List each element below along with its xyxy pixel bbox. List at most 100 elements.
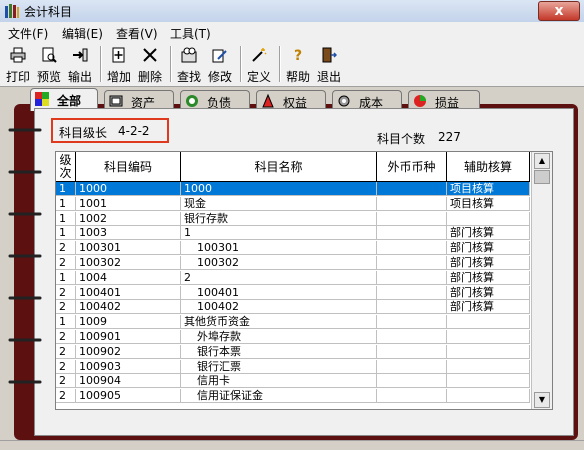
cell-currency	[377, 256, 447, 270]
preview-button[interactable]: 预览	[34, 45, 64, 84]
table-row[interactable]: 2 100402 100402 部门核算	[56, 300, 530, 315]
cell-code: 100903	[76, 359, 181, 374]
scroll-up-icon[interactable]: ▲	[534, 153, 550, 169]
cell-currency	[377, 182, 447, 196]
tab-all-label: 全部	[57, 94, 82, 108]
tab-cost-gear-icon	[338, 95, 350, 107]
cell-code: 100402	[76, 300, 181, 315]
table-row[interactable]: 1 1000 1000 项目核算	[56, 182, 530, 196]
export-label: 输出	[67, 70, 92, 84]
cell-level: 2	[56, 374, 76, 389]
table-row[interactable]: 2 100904 信用卡	[56, 374, 530, 389]
cell-code: 1001	[76, 196, 181, 211]
table-row[interactable]: 2 100401 100401 部门核算	[56, 285, 530, 300]
modify-icon	[212, 49, 227, 63]
header-code[interactable]: 科目编码	[76, 152, 181, 182]
toolbar: 打印 预览 输出 增加 删除 查找 修改 定义 ? 帮助 退出	[0, 42, 584, 87]
cell-currency	[377, 344, 447, 359]
table-row[interactable]: 2 100302 100302 部门核算	[56, 256, 530, 270]
table-row[interactable]: 1 1001 现金 项目核算	[56, 196, 530, 211]
cell-name: 100402	[181, 300, 377, 315]
table-row[interactable]: 2 100301 100301 部门核算	[56, 241, 530, 256]
print-button[interactable]: 打印	[3, 45, 33, 84]
cell-code: 100401	[76, 285, 181, 300]
menu-tools[interactable]: 工具(T)	[170, 25, 211, 42]
cell-currency	[377, 315, 447, 330]
cell-level: 1	[56, 182, 76, 196]
exit-button[interactable]: 退出	[314, 45, 344, 84]
cell-code: 1004	[76, 270, 181, 285]
cell-auxiliary: 项目核算	[447, 182, 530, 196]
level-value: 4-2-2	[118, 124, 150, 138]
printer-icon	[10, 47, 26, 63]
cell-auxiliary: 部门核算	[447, 270, 530, 285]
cell-level: 1	[56, 211, 76, 226]
cell-code: 100905	[76, 389, 181, 404]
cell-name: 现金	[181, 196, 377, 211]
cell-currency	[377, 241, 447, 256]
export-icon	[73, 48, 88, 62]
tab-liabilities-icon	[186, 95, 198, 107]
table-row[interactable]: 2 100902 银行本票	[56, 344, 530, 359]
binder-ring-icon	[8, 338, 42, 342]
cell-level: 2	[56, 330, 76, 344]
binder-ring-icon	[8, 128, 42, 132]
table-row[interactable]: 2 100905 信用证保证金	[56, 389, 530, 404]
cell-currency	[377, 226, 447, 241]
cell-auxiliary: 部门核算	[447, 300, 530, 315]
modify-button[interactable]: 修改	[205, 45, 235, 84]
tab-profit-loss-icon	[414, 95, 426, 107]
header-level[interactable]: 级次	[56, 152, 76, 182]
cell-currency	[377, 211, 447, 226]
scroll-thumb[interactable]	[534, 170, 550, 184]
binder-ring-icon	[8, 380, 42, 384]
binder-ring-icon	[8, 296, 42, 300]
help-icon: ?	[294, 48, 302, 63]
define-button[interactable]: 定义	[244, 45, 274, 84]
help-button[interactable]: ? 帮助	[283, 45, 313, 84]
account-table[interactable]: 级次 科目编码 科目名称 外币币种 辅助核算 1 1000 1000 项目核算 1 100…	[55, 151, 553, 410]
find-button[interactable]: 查找	[174, 45, 204, 84]
header-auxiliary[interactable]: 辅助核算	[447, 152, 530, 182]
cell-currency	[377, 300, 447, 315]
delete-button[interactable]: 删除	[135, 45, 165, 84]
cell-currency	[377, 389, 447, 404]
menu-view[interactable]: 查看(V)	[116, 25, 158, 42]
scroll-down-icon[interactable]: ▼	[534, 392, 550, 408]
cell-auxiliary	[447, 344, 530, 359]
cell-code: 100301	[76, 241, 181, 256]
cell-auxiliary: 部门核算	[447, 241, 530, 256]
add-button[interactable]: 增加	[104, 45, 134, 84]
exit-label: 退出	[316, 70, 341, 84]
table-row[interactable]: 2 100903 银行汇票	[56, 359, 530, 374]
cell-level: 2	[56, 256, 76, 270]
menu-file[interactable]: 文件(F)	[8, 25, 48, 42]
cell-currency	[377, 374, 447, 389]
export-button[interactable]: 输出	[65, 45, 95, 84]
cell-name: 100301	[181, 241, 377, 256]
cell-name: 1	[181, 226, 377, 241]
cell-currency	[377, 285, 447, 300]
menu-edit[interactable]: 编辑(E)	[62, 25, 103, 42]
table-row[interactable]: 1 1003 1 部门核算	[56, 226, 530, 241]
cell-auxiliary: 部门核算	[447, 226, 530, 241]
preview-icon	[42, 47, 57, 63]
delete-x-icon	[143, 48, 157, 62]
count-value: 227	[438, 130, 461, 144]
cell-name: 外埠存款	[181, 330, 377, 344]
cell-auxiliary	[447, 315, 530, 330]
define-label: 定义	[246, 70, 271, 84]
header-name[interactable]: 科目名称	[181, 152, 377, 182]
tab-assets-icon	[109, 95, 123, 107]
vertical-scrollbar[interactable]: ▲ ▼	[531, 152, 552, 409]
table-row[interactable]: 1 1009 其他货币资金	[56, 315, 530, 330]
cell-code: 1000	[76, 182, 181, 196]
table-row[interactable]: 2 100901 外埠存款	[56, 330, 530, 344]
table-row[interactable]: 1 1002 银行存款	[56, 211, 530, 226]
tab-all-icon	[35, 92, 49, 106]
cell-auxiliary	[447, 211, 530, 226]
table-row[interactable]: 1 1004 2 部门核算	[56, 270, 530, 285]
close-button[interactable]: x	[538, 1, 580, 21]
binder-ring-icon	[8, 212, 42, 216]
header-currency[interactable]: 外币币种	[377, 152, 447, 182]
